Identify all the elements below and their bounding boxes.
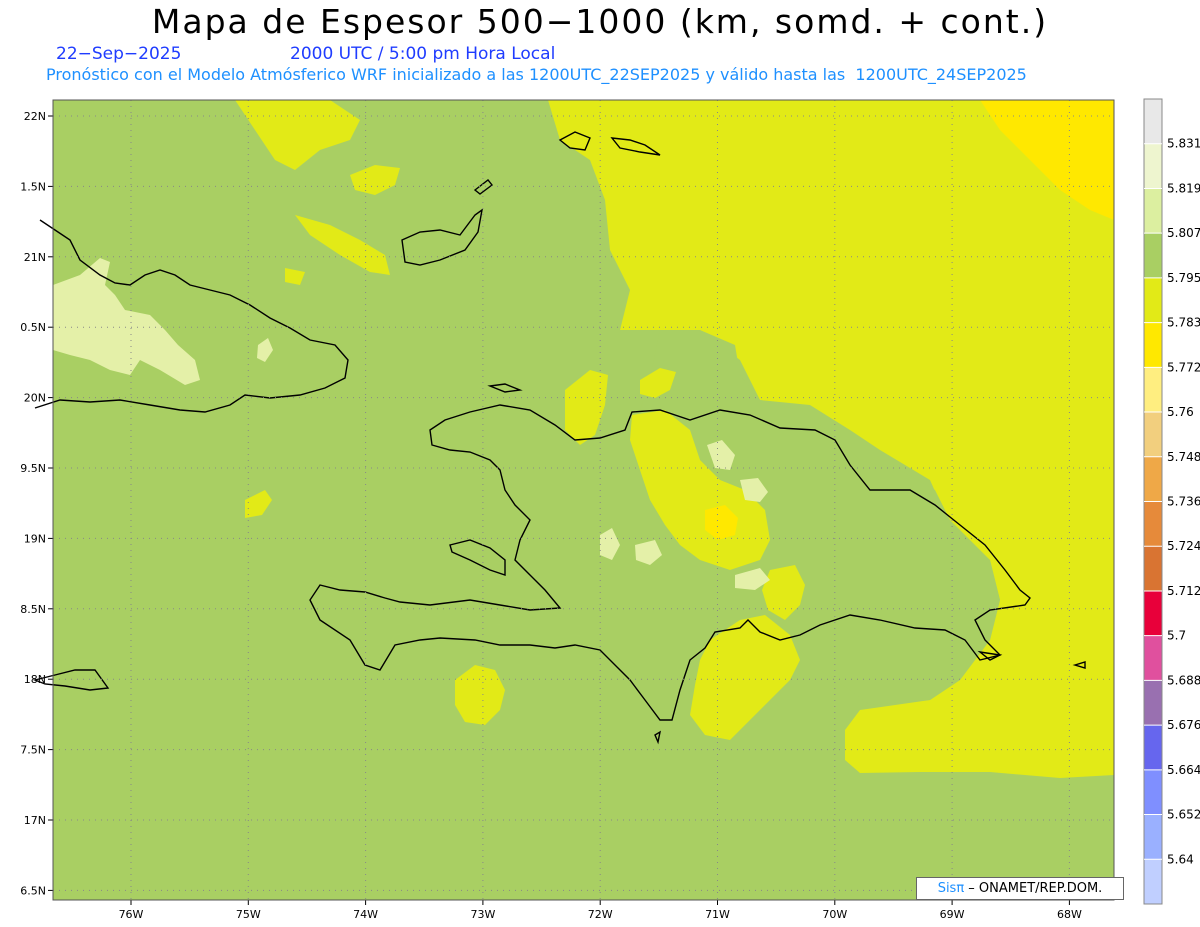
lat-label: 9.5N: [20, 462, 46, 475]
credit-brand: Sisπ: [937, 881, 965, 896]
colorbar-label: 5.64: [1167, 852, 1194, 866]
colorbar-label: 5.688: [1167, 673, 1200, 687]
colorbar-swatch: [1144, 367, 1162, 413]
lon-label: 76W: [119, 908, 144, 921]
lat-label: 20N: [24, 392, 46, 405]
colorbar: 5.831 5.819 5.807 5.795 5.783 5.772 5.76 5.748 5…: [1143, 98, 1200, 905]
colorbar-swatch: [1144, 725, 1162, 771]
colorbar-label: 5.772: [1167, 360, 1200, 374]
colorbar-label: 5.807: [1167, 226, 1200, 240]
lon-label: 70W: [822, 908, 847, 921]
colorbar-label: 5.724: [1167, 539, 1200, 553]
colorbar-label: 5.819: [1167, 181, 1200, 195]
lat-label: 1.5N: [20, 180, 46, 193]
colorbar-swatch: [1144, 859, 1162, 905]
lat-label: 22N: [24, 110, 46, 123]
colorbar-swatch: [1144, 590, 1162, 637]
colorbar-label: 5.831: [1167, 137, 1200, 151]
colorbar-swatch: [1144, 322, 1162, 368]
latitude-labels: 22N 1.5N 21N 0.5N 20N 9.5N 19N 8.5N 18N 7.5N 17N 6.…: [20, 110, 53, 897]
colorbar-swatch: [1144, 99, 1162, 145]
colorbar-label: 5.7: [1167, 629, 1186, 643]
credit-box: Sisπ – ONAMET/REP.DOM.: [916, 877, 1124, 900]
colorbar-label: 5.736: [1167, 495, 1200, 509]
colorbar-swatch: [1144, 546, 1162, 592]
lon-label: 69W: [940, 908, 965, 921]
lon-label: 74W: [353, 908, 378, 921]
colorbar-label: 5.664: [1167, 763, 1200, 777]
colorbar-swatch: [1144, 412, 1162, 458]
colorbar-label: 5.712: [1167, 584, 1200, 598]
colorbar-swatch: [1144, 501, 1162, 547]
lon-label: 72W: [588, 908, 613, 921]
lon-label: 73W: [470, 908, 495, 921]
thickness-map: 22N 1.5N 21N 0.5N 20N 9.5N 19N 8.5N 18N 7.5N 17N 6.…: [20, 98, 1200, 921]
lat-label: 21N: [24, 251, 46, 264]
credit-text: – ONAMET/REP.DOM.: [964, 881, 1103, 896]
colorbar-swatch: [1144, 635, 1162, 681]
lon-label: 68W: [1057, 908, 1082, 921]
lon-label: 71W: [705, 908, 730, 921]
longitude-labels: 76W 75W 74W 73W 72W 71W 70W 69W 68W: [119, 900, 1082, 921]
colorbar-label: 5.748: [1167, 450, 1200, 464]
lat-label: 17N: [24, 814, 46, 827]
lat-label: 8.5N: [20, 603, 46, 616]
colorbar-swatch: [1144, 456, 1162, 502]
lat-label: 18N: [24, 673, 46, 686]
lon-label: 75W: [236, 908, 261, 921]
lat-label: 0.5N: [20, 321, 46, 334]
colorbar-swatch: [1144, 680, 1162, 726]
colorbar-swatch: [1144, 143, 1162, 189]
lat-label: 7.5N: [20, 744, 46, 757]
colorbar-swatch: [1144, 769, 1162, 816]
colorbar-swatch: [1144, 277, 1162, 324]
colorbar-swatch: [1144, 233, 1162, 279]
colorbar-swatch: [1144, 814, 1162, 860]
colorbar-label: 5.676: [1167, 718, 1200, 732]
colorbar-swatch: [1144, 188, 1162, 234]
colorbar-label: 5.783: [1167, 316, 1200, 330]
lat-label: 6.5N: [20, 884, 46, 897]
colorbar-label: 5.76: [1167, 405, 1194, 419]
colorbar-label: 5.795: [1167, 271, 1200, 285]
colorbar-label: 5.652: [1167, 808, 1200, 822]
lat-label: 19N: [24, 532, 46, 545]
